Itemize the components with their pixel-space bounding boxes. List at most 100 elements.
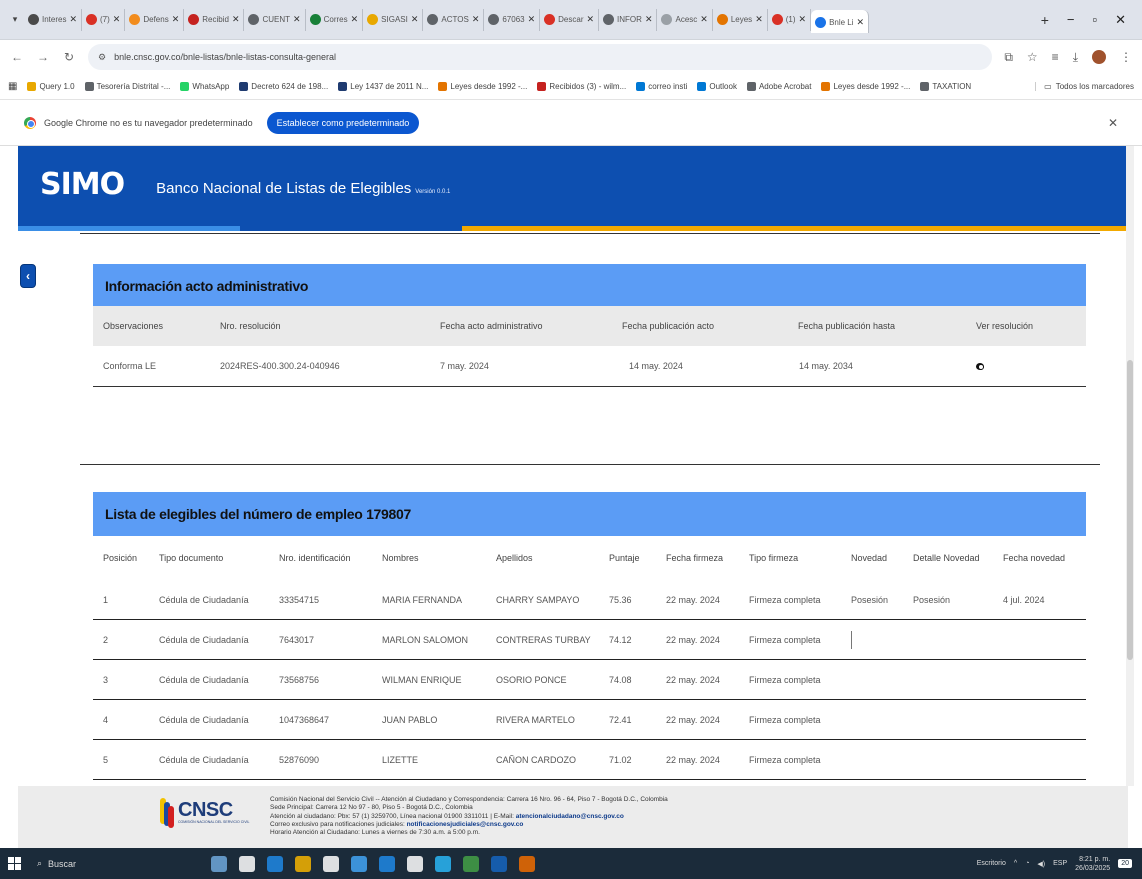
bookmark-star-icon[interactable]: ☆	[1027, 50, 1038, 65]
tab-close-icon[interactable]: ✕	[69, 14, 77, 25]
bookmark-item[interactable]: Outlook	[697, 82, 737, 91]
url-input[interactable]: ⚙ bnle.cnsc.gov.co/bnle-listas/bnle-list…	[88, 44, 993, 70]
tab-close-icon[interactable]: ✕	[755, 14, 763, 25]
browser-tab[interactable]: Recibid ✕	[184, 8, 245, 31]
browser-tab[interactable]: Corres ✕	[306, 8, 364, 31]
tab-close-icon[interactable]: ✕	[799, 14, 807, 25]
lista-section-heading: Lista de elegibles del número de empleo …	[93, 492, 1086, 536]
maximize-button[interactable]: ▫	[1092, 12, 1097, 28]
tab-close-icon[interactable]: ✕	[172, 14, 180, 25]
page-scrollbar-thumb[interactable]	[1127, 360, 1133, 660]
taskbar-app-icon[interactable]	[519, 855, 535, 872]
bookmark-item[interactable]: correo insti	[636, 82, 687, 91]
taskbar-app-icon[interactable]	[351, 855, 367, 872]
download-icon[interactable]: ⤓	[1073, 50, 1078, 65]
tab-close-icon[interactable]: ✕	[700, 14, 708, 25]
atencion-email-link[interactable]: atencionalciudadano@cnsc.gov.co	[516, 813, 624, 820]
reload-icon[interactable]: ↻	[62, 50, 76, 64]
taskbar-app-icon[interactable]	[239, 855, 255, 872]
ver-resolucion-button[interactable]	[976, 346, 984, 386]
browser-tab[interactable]: Acesc ✕	[657, 8, 713, 31]
bookmark-item[interactable]: Query 1.0	[27, 82, 75, 91]
cell-nombres: MARIA FERNANDA	[382, 594, 463, 605]
browser-tab[interactable]: SIGASI ✕	[363, 8, 424, 31]
collapse-sidebar-button[interactable]: ‹	[20, 264, 36, 288]
browser-tab[interactable]: Descar ✕	[540, 8, 600, 31]
taskbar-search[interactable]: ⌕ Buscar	[31, 853, 161, 875]
browser-tab[interactable]: Bnle Li ✕	[811, 9, 870, 33]
install-app-icon[interactable]: ⧉	[1004, 50, 1013, 65]
browser-tab[interactable]: (7) ✕	[82, 8, 126, 31]
taskbar-app-icon[interactable]	[379, 855, 395, 872]
browser-tab[interactable]: Interes ✕	[24, 8, 83, 31]
tray-chevron-icon[interactable]: ^	[1014, 860, 1017, 867]
notificaciones-email-link[interactable]: notificacionesjudiciales@cnsc.gov.co	[407, 821, 524, 828]
profile-avatar[interactable]	[1092, 49, 1106, 64]
close-infobar-icon[interactable]: ✕	[1108, 116, 1118, 130]
reading-list-icon[interactable]: ≡	[1052, 50, 1059, 65]
clock[interactable]: 8:21 p. m. 26/03/2025	[1075, 855, 1110, 873]
tab-close-icon[interactable]: ✕	[351, 14, 359, 25]
tab-close-icon[interactable]: ✕	[645, 14, 653, 25]
browser-tab[interactable]: ACTOS ✕	[423, 8, 485, 31]
bookmark-label: TAXATION	[932, 82, 972, 91]
tab-close-icon[interactable]: ✕	[472, 14, 480, 25]
notifications-icon[interactable]: 20	[1118, 859, 1132, 868]
tab-close-icon[interactable]: ✕	[293, 14, 301, 25]
volume-icon[interactable]: ◀)	[1037, 860, 1045, 868]
menu-icon[interactable]: ⋮	[1120, 50, 1132, 65]
browser-tab[interactable]: INFOR ✕	[599, 8, 658, 31]
cell-tipo-firmeza: Firmeza completa	[749, 634, 821, 645]
network-icon[interactable]: ◔	[1025, 860, 1029, 867]
browser-tab[interactable]: 67063 ✕	[484, 8, 541, 31]
novedad-cursor	[851, 620, 852, 659]
bookmark-item[interactable]: Leyes desde 1992 -...	[438, 82, 527, 91]
browser-tab[interactable]: CUENT ✕	[244, 8, 306, 31]
tab-close-icon[interactable]: ✕	[232, 14, 240, 25]
bookmark-item[interactable]: Tesorería Distrital -...	[84, 82, 170, 91]
tab-close-icon[interactable]: ✕	[411, 14, 419, 25]
new-tab-button[interactable]: +	[1023, 12, 1067, 28]
taskbar-app-icon[interactable]	[463, 855, 479, 872]
acto-table-header: Observaciones Nro. resolución Fecha acto…	[93, 306, 1086, 346]
taskbar-app-icon[interactable]	[323, 855, 339, 872]
back-icon[interactable]: ←	[10, 50, 24, 64]
forward-icon[interactable]: →	[36, 50, 50, 64]
bookmark-item[interactable]: WhatsApp	[180, 82, 229, 91]
browser-tab[interactable]: Leyes ✕	[713, 8, 768, 31]
apps-grid-icon[interactable]: ▦	[8, 81, 17, 92]
set-default-button[interactable]: Establecer como predeterminado	[266, 111, 420, 134]
all-bookmarks[interactable]: ▭ Todos los marcadores	[1035, 82, 1134, 91]
close-window-button[interactable]: ✕	[1115, 12, 1126, 28]
taskbar-app-icon[interactable]	[295, 855, 311, 872]
bookmark-item[interactable]: TAXATION	[920, 82, 971, 91]
taskbar-app-icon[interactable]	[435, 855, 451, 872]
folder-icon: ▭	[1044, 82, 1052, 91]
language-indicator[interactable]: ESP	[1053, 860, 1067, 867]
footer-line: Correo exclusivo para notificaciones jud…	[270, 820, 405, 828]
browser-tab[interactable]: (1) ✕	[768, 8, 812, 31]
tab-search-icon[interactable]: ▾	[6, 11, 24, 29]
acto-table-row: Conforma LE 2024RES-400.300.24-040946 7 …	[93, 346, 1086, 387]
bookmark-item[interactable]: Ley 1437 de 2011 N...	[338, 82, 428, 91]
tab-title: 67063	[502, 15, 525, 24]
bookmark-item[interactable]: Recibidos (3) - wilm...	[537, 82, 626, 91]
bookmark-item[interactable]: Leyes desde 1992 -...	[821, 82, 910, 91]
bookmark-item[interactable]: Adobe Acrobat	[746, 82, 811, 91]
taskbar-app-icon[interactable]	[407, 855, 423, 872]
tab-close-icon[interactable]: ✕	[587, 14, 595, 25]
site-info-icon[interactable]: ⚙	[98, 52, 106, 63]
taskbar-app-icon[interactable]	[267, 855, 283, 872]
browser-tab[interactable]: Defens ✕	[125, 8, 185, 31]
col-nro-resolucion: Nro. resolución	[220, 321, 281, 331]
minimize-button[interactable]: −	[1067, 12, 1075, 28]
tab-close-icon[interactable]: ✕	[857, 17, 865, 28]
bookmark-item[interactable]: Decreto 624 de 198...	[239, 82, 328, 91]
tab-close-icon[interactable]: ✕	[113, 14, 121, 25]
tab-close-icon[interactable]: ✕	[528, 14, 536, 25]
simo-logo[interactable]: SIMO	[40, 169, 125, 207]
taskbar-app-icon[interactable]	[211, 855, 227, 872]
start-button[interactable]	[8, 857, 21, 870]
desktop-label[interactable]: Escritorio	[977, 860, 1006, 867]
taskbar-app-icon[interactable]	[491, 855, 507, 872]
